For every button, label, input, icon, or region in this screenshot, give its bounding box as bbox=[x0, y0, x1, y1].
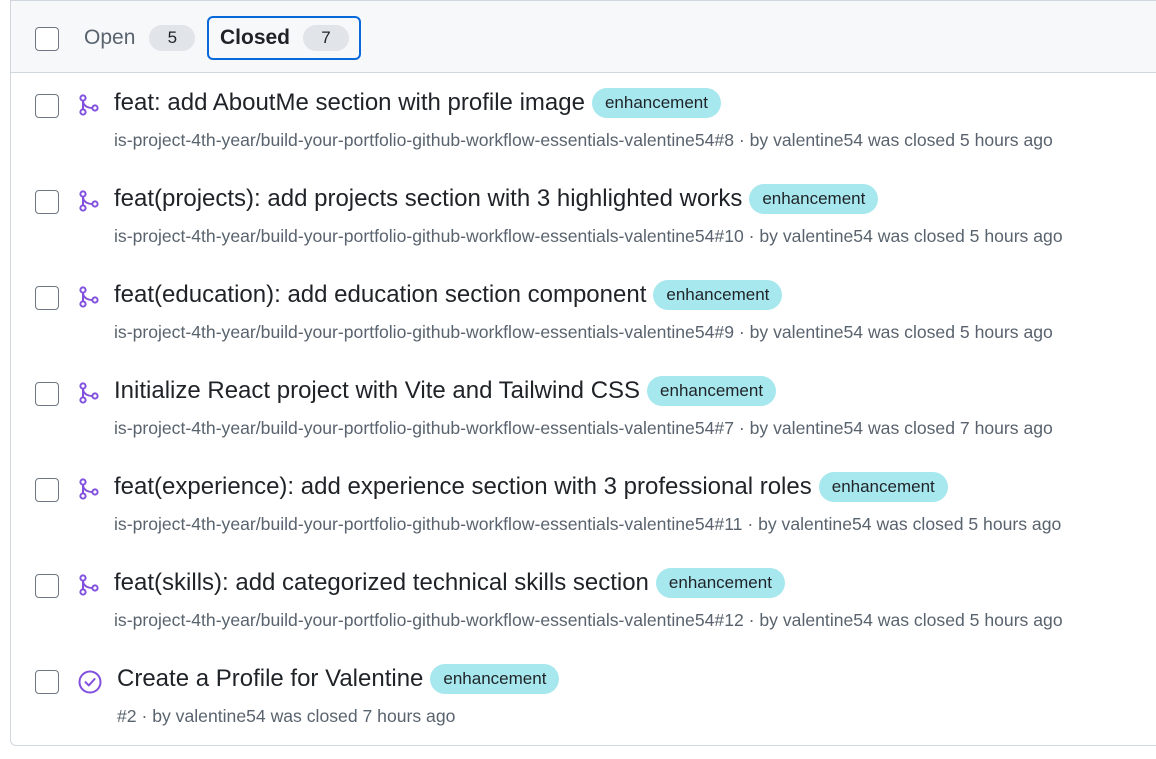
issue-meta-text: · by valentine54 was closed 5 hours ago bbox=[733, 322, 1053, 342]
pr-merged-icon bbox=[77, 573, 101, 597]
pr-merged-icon bbox=[77, 285, 101, 309]
issue-row-checkbox[interactable] bbox=[35, 574, 59, 598]
issue-row-checkbox[interactable] bbox=[35, 286, 59, 310]
issue-reference-link[interactable]: #2 bbox=[117, 706, 137, 726]
issue-meta-text: · by valentine54 was closed 7 hours ago bbox=[733, 418, 1053, 438]
issue-reference-link[interactable]: is-project-4th-year/build-your-portfolio… bbox=[114, 130, 734, 150]
issue-title-link[interactable]: feat(experience): add experience section… bbox=[114, 473, 812, 501]
issue-reference-link[interactable]: is-project-4th-year/build-your-portfolio… bbox=[114, 514, 742, 534]
issue-label-badge[interactable]: enhancement bbox=[655, 568, 785, 598]
issue-title-link[interactable]: feat(education): add education section c… bbox=[114, 281, 646, 309]
pr-merged-icon bbox=[77, 93, 101, 117]
issue-reference-link[interactable]: is-project-4th-year/build-your-portfolio… bbox=[114, 226, 744, 246]
issue-row-checkbox[interactable] bbox=[35, 190, 59, 214]
pr-merged-icon bbox=[77, 477, 101, 501]
pr-merged-icon bbox=[77, 381, 101, 405]
issue-closed-icon bbox=[77, 669, 102, 694]
issue-title-link[interactable]: feat(skills): add categorized technical … bbox=[114, 569, 649, 597]
issue-title-link[interactable]: Initialize React project with Vite and T… bbox=[114, 377, 640, 405]
issue-title-link[interactable]: Create a Profile for Valentine bbox=[117, 665, 423, 693]
issue-meta-text: · by valentine54 was closed 5 hours ago bbox=[742, 514, 1062, 534]
issue-reference-link[interactable]: is-project-4th-year/build-your-portfolio… bbox=[114, 610, 744, 630]
issue-row-checkbox[interactable] bbox=[35, 670, 59, 694]
issue-meta-text: · by valentine54 was closed 7 hours ago bbox=[136, 706, 456, 726]
issue-reference-link[interactable]: is-project-4th-year/build-your-portfolio… bbox=[114, 418, 734, 438]
issue-reference-link[interactable]: is-project-4th-year/build-your-portfolio… bbox=[114, 322, 734, 342]
pr-merged-icon bbox=[77, 189, 101, 213]
issue-title-link[interactable]: feat(projects): add projects section wit… bbox=[114, 185, 742, 213]
issue-label-badge[interactable]: enhancement bbox=[818, 472, 948, 502]
issue-label-badge[interactable]: enhancement bbox=[647, 376, 777, 406]
issue-meta-text: · by valentine54 was closed 5 hours ago bbox=[743, 610, 1063, 630]
issue-row: Create a Profile for Valentine enhancemen… bbox=[11, 0, 1156, 726]
issue-meta-text: · by valentine54 was closed 5 hours ago bbox=[733, 130, 1053, 150]
issue-list-panel: Open 5 Closed 7 feat: add AboutMe sectio… bbox=[10, 0, 1156, 746]
issue-row-checkbox[interactable] bbox=[35, 94, 59, 118]
issue-row-checkbox[interactable] bbox=[35, 382, 59, 406]
issue-label-badge[interactable]: enhancement bbox=[749, 184, 879, 214]
issue-row-checkbox[interactable] bbox=[35, 478, 59, 502]
issue-label-badge[interactable]: enhancement bbox=[653, 280, 783, 310]
issue-label-badge[interactable]: enhancement bbox=[430, 664, 560, 694]
issue-meta-text: · by valentine54 was closed 5 hours ago bbox=[743, 226, 1063, 246]
